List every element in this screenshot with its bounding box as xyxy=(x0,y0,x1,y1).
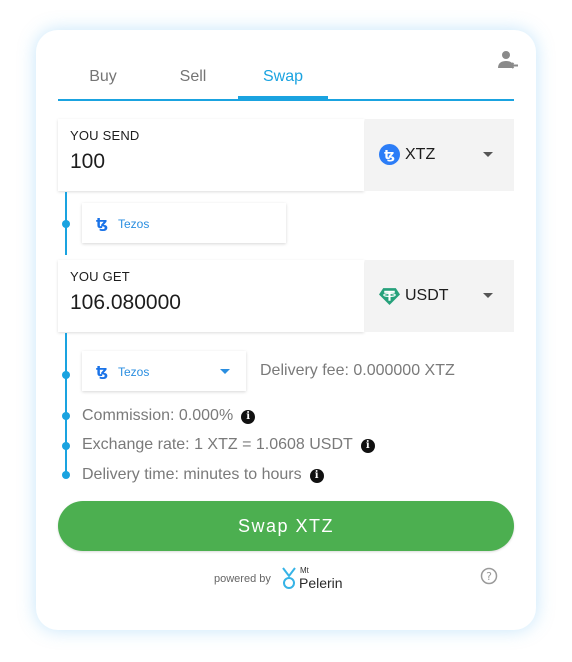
help-icon[interactable]: ? xyxy=(480,567,498,585)
exchange-rate-text: Exchange rate: 1 XTZ = 1.0608 USDT xyxy=(82,436,353,453)
get-amount-input[interactable] xyxy=(70,288,350,318)
send-network-label: Tezos xyxy=(118,217,150,231)
tezos-icon: ꜩ xyxy=(379,144,400,165)
tether-icon xyxy=(379,288,400,305)
timeline-dot xyxy=(62,442,70,450)
info-icon[interactable]: i xyxy=(309,469,324,483)
get-label: YOU GET xyxy=(70,269,130,284)
user-account-icon[interactable] xyxy=(496,48,520,72)
swap-widget: Buy Sell Swap YOU SEND ꜩ XTZ ꜩ Tezos YOU… xyxy=(36,30,536,630)
tab-buy[interactable]: Buy xyxy=(58,60,148,100)
commission-row: Commission: 0.000% i xyxy=(82,407,256,425)
get-currency-label: USDT xyxy=(405,287,449,304)
send-currency-select[interactable]: ꜩ XTZ xyxy=(365,119,514,191)
get-network-select[interactable]: ꜩ Tezos xyxy=(82,351,246,391)
tezos-network-icon: ꜩ xyxy=(96,363,109,379)
mt-pelerin-logo-icon[interactable] xyxy=(280,566,298,590)
powered-by-text: powered by xyxy=(214,573,271,585)
get-network-label: Tezos xyxy=(118,365,150,379)
get-amount-box: YOU GET xyxy=(58,260,364,332)
timeline-line xyxy=(65,333,67,478)
send-network-badge: ꜩ Tezos xyxy=(82,203,286,243)
exchange-rate-row: Exchange rate: 1 XTZ = 1.0608 USDT i xyxy=(82,436,375,454)
svg-text:ꜩ: ꜩ xyxy=(384,147,395,162)
timeline-dot xyxy=(62,220,70,228)
get-currency-select[interactable]: USDT xyxy=(365,260,514,332)
delivery-fee: Delivery fee: 0.000000 XTZ xyxy=(260,362,455,379)
chevron-down-icon xyxy=(483,152,493,157)
tab-bar: Buy Sell Swap xyxy=(58,60,514,102)
delivery-time-text: Delivery time: minutes to hours xyxy=(82,466,302,483)
brand-name[interactable]: Pelerin xyxy=(299,575,343,591)
send-label: YOU SEND xyxy=(70,128,140,143)
send-amount-input[interactable] xyxy=(70,147,350,177)
tezos-network-icon: ꜩ xyxy=(96,215,109,231)
send-amount-box: YOU SEND xyxy=(58,119,364,191)
timeline-dot xyxy=(62,471,70,479)
commission-text: Commission: 0.000% xyxy=(82,407,234,424)
tab-divider xyxy=(58,99,514,101)
svg-text:?: ? xyxy=(486,570,492,583)
timeline-dot xyxy=(62,412,70,420)
tab-swap[interactable]: Swap xyxy=(238,60,328,100)
info-icon[interactable]: i xyxy=(241,410,256,424)
brand-mt: Mt xyxy=(300,566,309,575)
timeline-dot xyxy=(62,371,70,379)
send-currency-label: XTZ xyxy=(405,146,436,163)
info-icon[interactable]: i xyxy=(360,439,375,453)
delivery-time-row: Delivery time: minutes to hours i xyxy=(82,466,324,484)
swap-button[interactable]: Swap XTZ xyxy=(58,501,514,551)
chevron-down-icon xyxy=(483,293,493,298)
chevron-down-icon xyxy=(220,369,230,374)
tab-sell[interactable]: Sell xyxy=(148,60,238,100)
